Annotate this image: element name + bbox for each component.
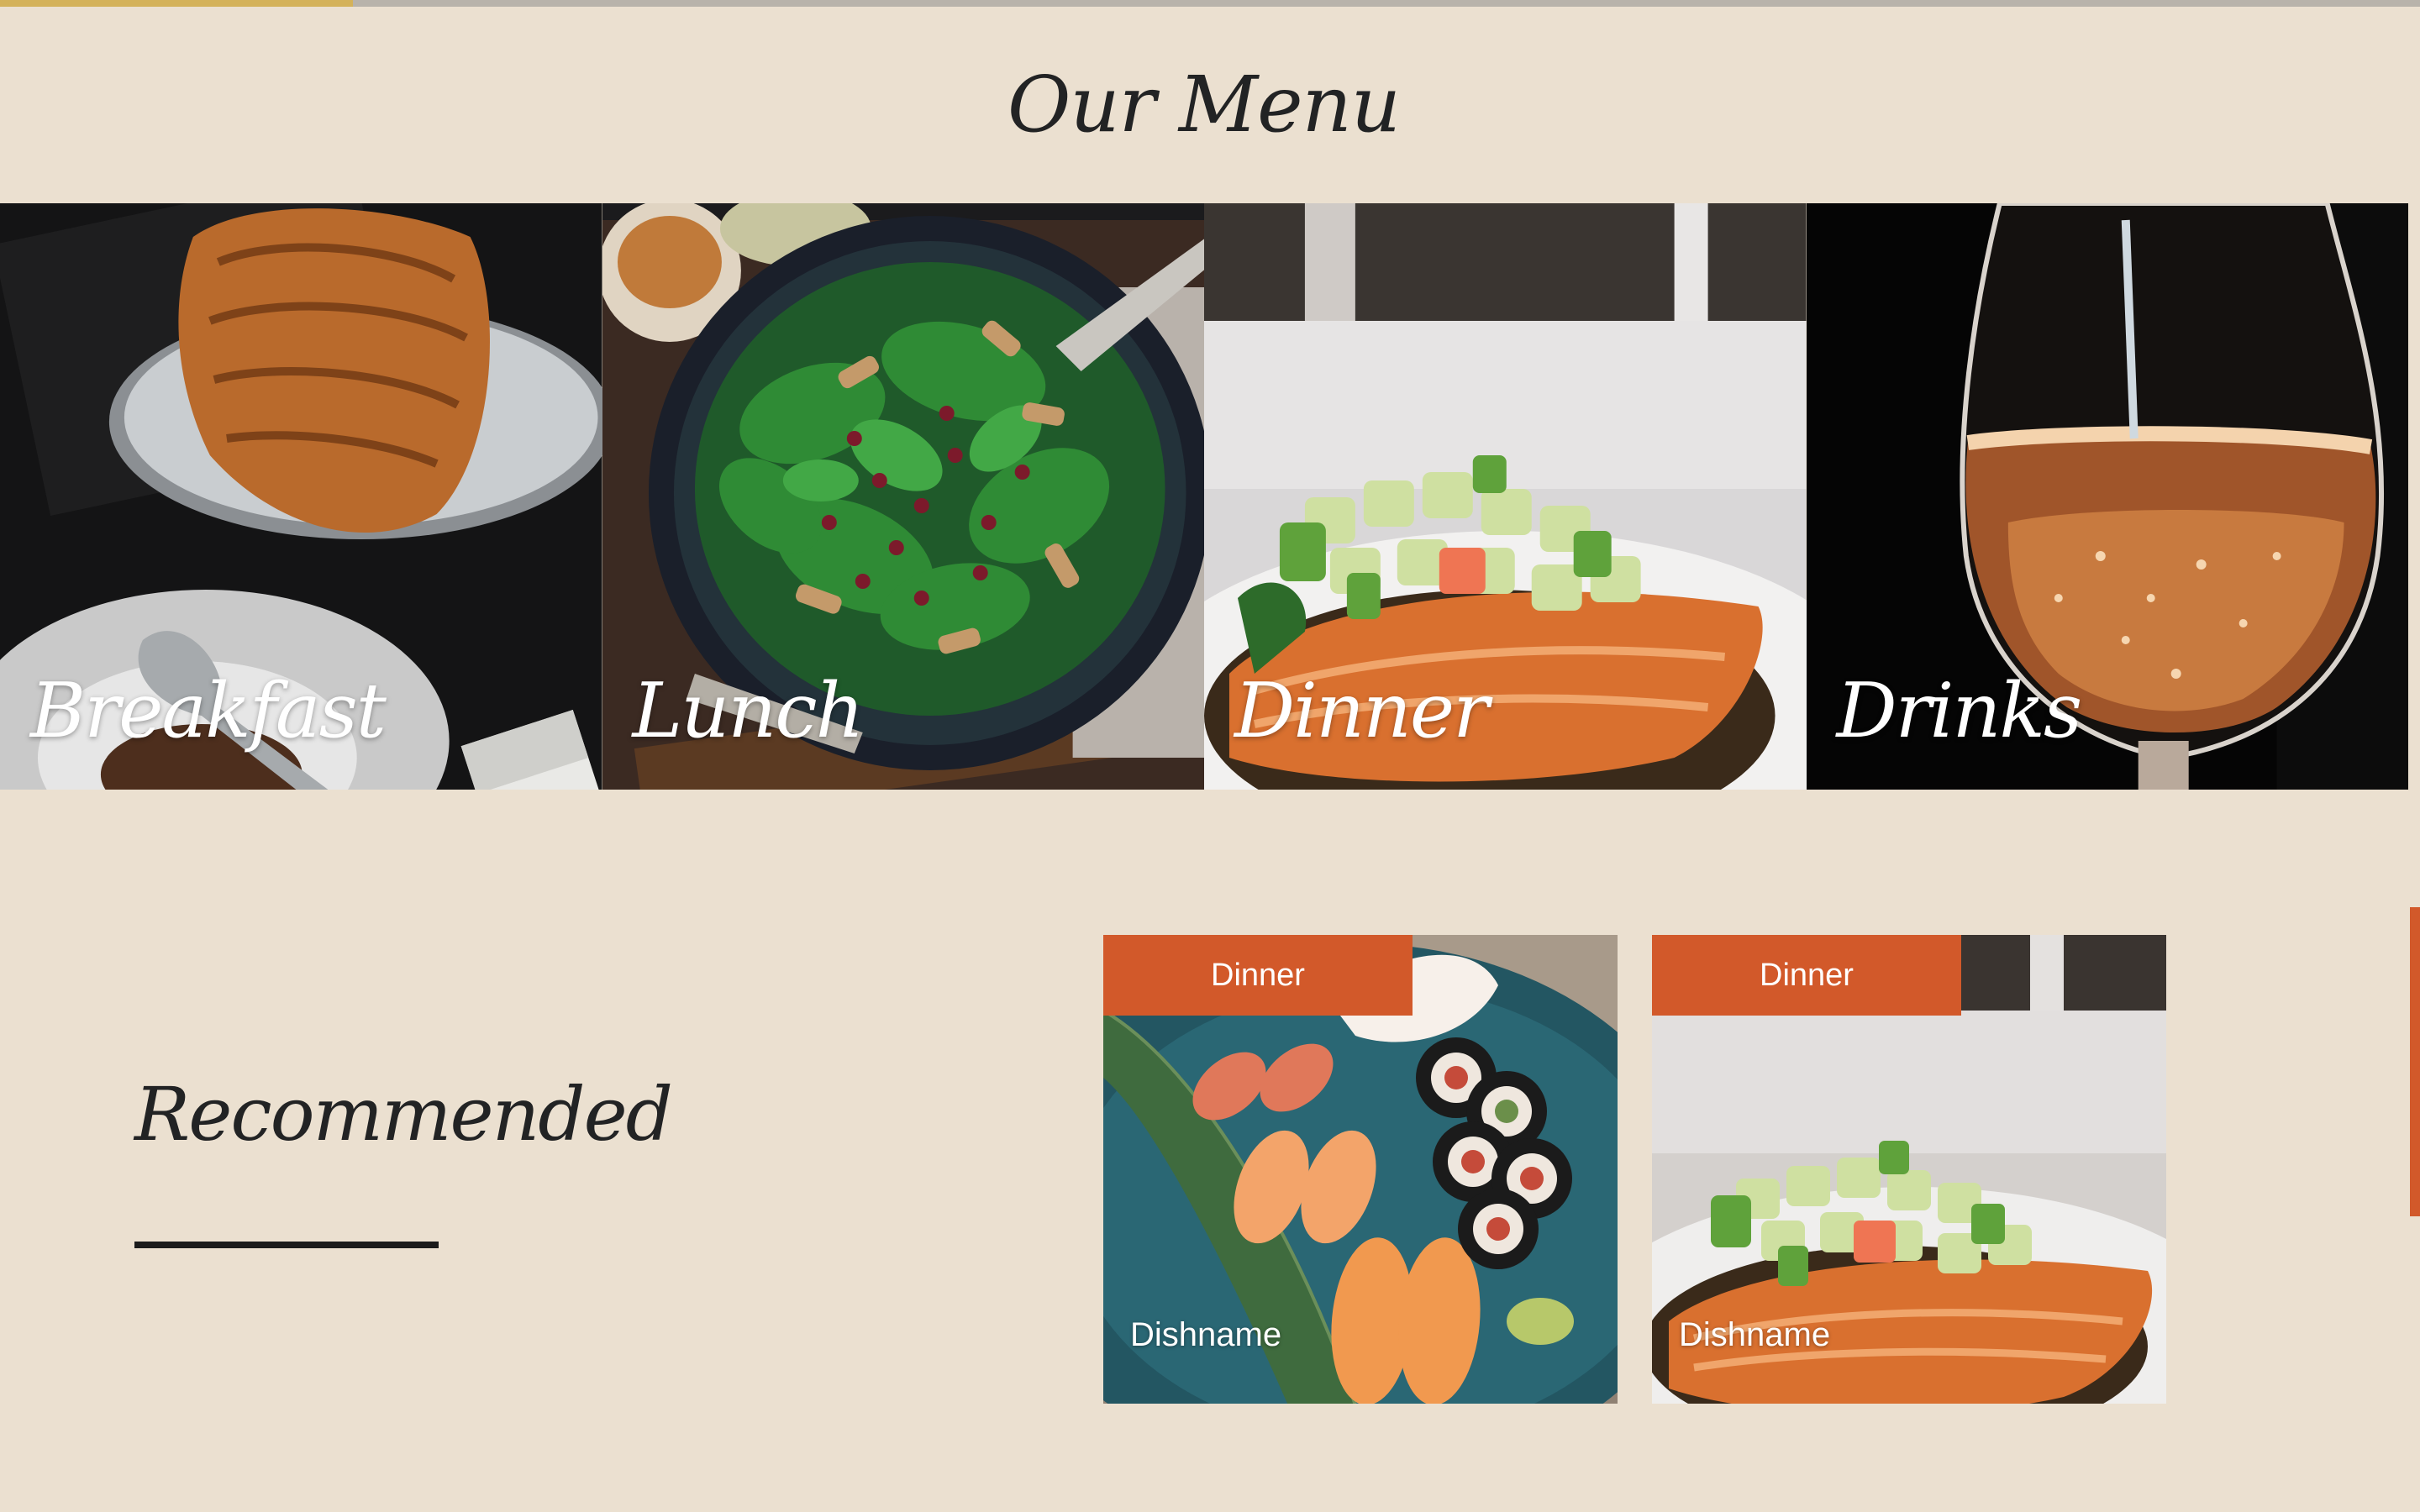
menu-tile-lunch[interactable]: Lunch	[602, 203, 1204, 790]
top-border	[0, 0, 2420, 7]
dish-name: Dishname	[1130, 1316, 1282, 1353]
menu-tile-breakfast[interactable]: Breakfast	[0, 203, 602, 790]
menu-tile-dinner[interactable]: Dinner	[1204, 203, 1807, 790]
recommended-underline	[134, 1242, 439, 1248]
menu-tile-label: Drinks	[1836, 667, 2083, 755]
recommended-dish-card[interactable]: Dinner Dishname	[1103, 935, 1618, 1404]
dish-name: Dishname	[1679, 1316, 1831, 1353]
recommended-title: Recommended	[134, 1071, 673, 1158]
menu-tile-drinks[interactable]: Drinks	[1806, 203, 2408, 790]
menu-tile-label: Breakfast	[30, 667, 387, 755]
menu-category-grid: Breakfast Lunch Dinner Drinks	[0, 203, 2408, 790]
recommended-dish-card[interactable]: Dinner Dishname	[1652, 935, 2166, 1404]
dish-category-badge: Dinner	[1103, 935, 1413, 1016]
dish-category-badge: Dinner	[1652, 935, 1961, 1016]
menu-tile-label: Dinner	[1234, 667, 1489, 755]
menu-tile-label: Lunch	[632, 667, 865, 755]
menu-title: Our Menu	[1007, 60, 1401, 150]
side-scroll-accent[interactable]	[2410, 907, 2420, 1216]
top-border-accent	[0, 0, 353, 7]
